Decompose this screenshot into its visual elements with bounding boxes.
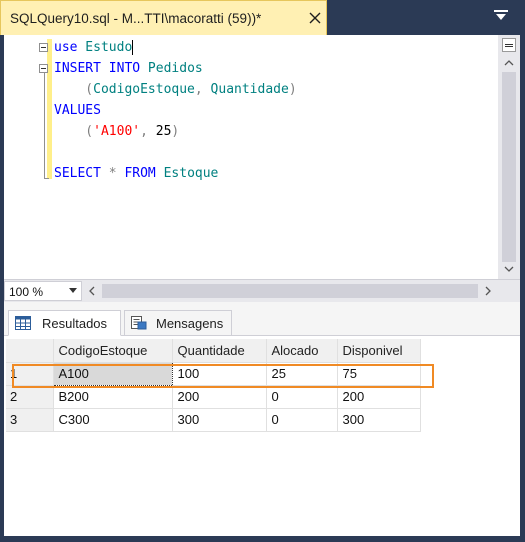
chevron-down-icon[interactable] (494, 10, 508, 22)
code-token: use (54, 40, 78, 55)
column-header[interactable]: Disponivel (337, 339, 421, 363)
row-number[interactable]: 2 (6, 385, 54, 409)
code-token: , (194, 82, 211, 97)
code-line[interactable]: VALUES (54, 102, 101, 120)
tab-resultados[interactable]: Resultados (8, 310, 121, 336)
code-token: ) (288, 82, 297, 97)
code-token: SELECT (54, 166, 101, 181)
grid-cell[interactable]: B200 (53, 385, 173, 409)
table-row[interactable]: 3 C300 300 0 300 (6, 408, 421, 432)
grid-cell[interactable]: A100 (52, 361, 173, 386)
grid-cell[interactable]: 200 (337, 385, 421, 409)
code-token: Estudo (77, 40, 133, 55)
vertical-scrollbar-thumb[interactable] (502, 72, 516, 262)
document-tab-bar: SQLQuery10.sql - M...TTI\macoratti (59))… (0, 0, 525, 35)
dropdown-arrow-icon[interactable] (69, 288, 77, 294)
scroll-down-icon[interactable] (503, 263, 515, 275)
code-token: FROM (124, 166, 156, 181)
tab-mensagens[interactable]: Mensagens (124, 310, 232, 336)
code-token: Quantidade (210, 82, 289, 97)
zoom-bar: 100 % (4, 279, 520, 302)
grid-cell[interactable]: C300 (53, 408, 173, 432)
code-token: , (140, 124, 156, 139)
query-editor[interactable]: use Estudo INSERT INTO Pedidos (CodigoEst… (4, 35, 520, 279)
messages-icon (131, 316, 147, 330)
collapse-icon[interactable] (39, 64, 48, 73)
text-caret (132, 40, 134, 55)
scroll-left-icon[interactable] (88, 286, 96, 296)
grid-icon (15, 316, 31, 330)
scroll-right-icon[interactable] (484, 286, 492, 296)
code-line[interactable]: ('A100', 25) (54, 123, 179, 141)
scroll-up-icon[interactable] (503, 57, 515, 69)
code-token: ( (54, 82, 94, 97)
document-tab-title: SQLQuery10.sql - M...TTI\macoratti (59))… (10, 11, 262, 26)
grid-cell[interactable]: 300 (172, 408, 267, 432)
column-header[interactable]: CodigoEstoque (53, 339, 173, 363)
split-view-icon[interactable] (502, 38, 516, 52)
grid-header-row: CodigoEstoque Quantidade Alocado Disponi… (6, 339, 421, 363)
code-token: Pedidos (140, 61, 203, 76)
column-header[interactable]: Quantidade (172, 339, 267, 363)
code-line[interactable]: (CodigoEstoque, Quantidade) (54, 81, 297, 99)
code-token: INTO (108, 61, 141, 76)
code-token: ( (54, 124, 94, 139)
collapse-icon[interactable] (39, 43, 48, 52)
zoom-value: 100 % (9, 285, 44, 299)
zoom-select[interactable]: 100 % (4, 281, 82, 301)
grid-cell[interactable]: 300 (337, 408, 421, 432)
document-tab[interactable]: SQLQuery10.sql - M...TTI\macoratti (59))… (0, 0, 327, 35)
code-token: CodigoEstoque (93, 82, 195, 97)
column-header[interactable]: Alocado (266, 339, 338, 363)
results-grid[interactable]: CodigoEstoque Quantidade Alocado Disponi… (6, 339, 421, 432)
row-number[interactable]: 1 (6, 362, 54, 386)
close-icon[interactable] (307, 10, 323, 26)
table-row[interactable]: 1 A100 100 25 75 (6, 361, 421, 386)
results-pane: Resultados Mensagens CodigoEstoque Quant… (4, 302, 520, 536)
changed-lines-margin (47, 39, 52, 179)
horizontal-scrollbar[interactable] (102, 284, 478, 298)
grid-cell[interactable]: 0 (266, 408, 338, 432)
code-token: VALUES (54, 103, 101, 118)
tab-resultados-label: Resultados (42, 316, 108, 331)
grid-cell[interactable]: 100 (172, 362, 267, 386)
grid-cell[interactable]: 200 (172, 385, 267, 409)
vertical-scrollbar[interactable] (498, 35, 520, 279)
code-token: * (100, 166, 125, 181)
fold-guide-end (44, 178, 49, 179)
grid-cell[interactable]: 75 (337, 362, 421, 386)
code-token: 'A100' (93, 124, 141, 139)
fold-guide (44, 73, 45, 179)
code-line[interactable]: SELECT * FROM Estoque (54, 165, 218, 183)
table-row[interactable]: 2 B200 200 0 200 (6, 385, 421, 409)
code-line[interactable]: INSERT INTO Pedidos (54, 60, 203, 78)
code-token: ) (171, 124, 180, 139)
row-number-header (6, 339, 54, 363)
code-line[interactable]: use Estudo (54, 39, 134, 57)
code-token: 25 (155, 124, 172, 139)
tab-mensagens-label: Mensagens (156, 316, 224, 331)
grid-cell[interactable]: 0 (266, 385, 338, 409)
code-token: INSERT (54, 61, 101, 76)
code-token: Estoque (155, 166, 219, 181)
grid-cell[interactable]: 25 (266, 362, 338, 386)
row-number[interactable]: 3 (6, 408, 54, 432)
results-tabs: Resultados Mensagens (4, 302, 520, 336)
